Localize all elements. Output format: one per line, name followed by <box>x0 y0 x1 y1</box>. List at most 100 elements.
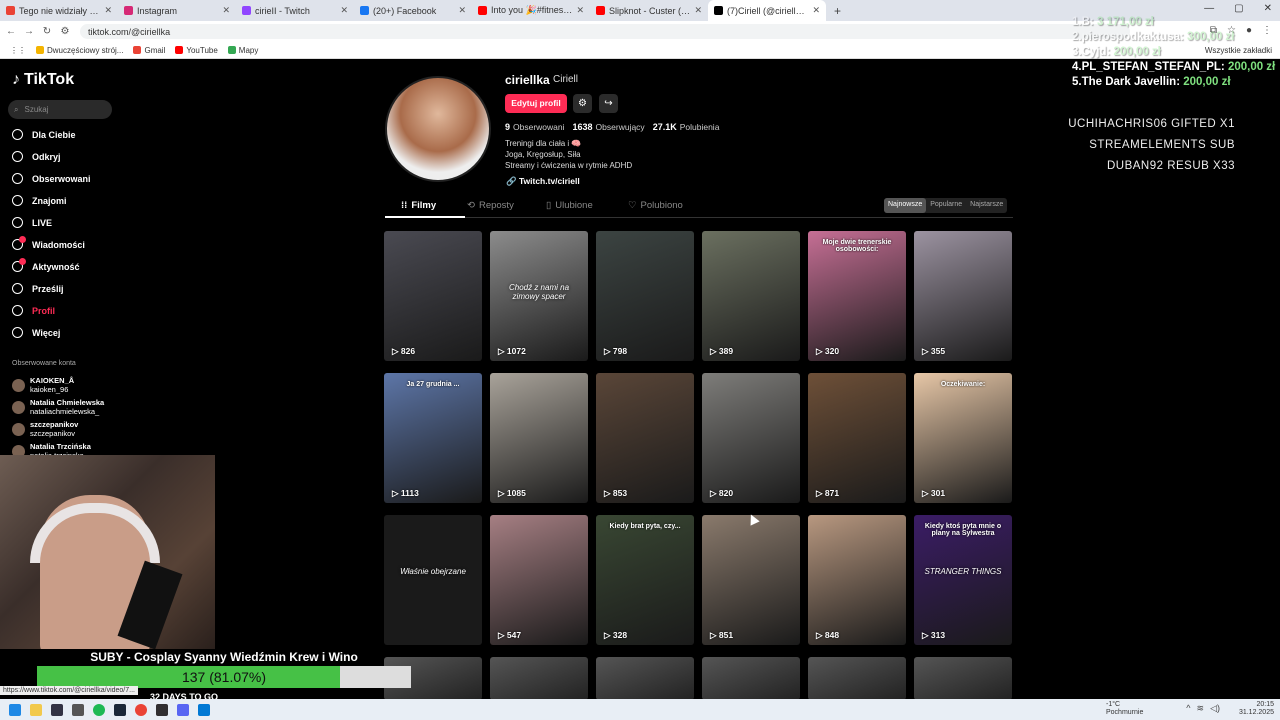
video-tile[interactable]: Właśnie obejrzane <box>384 515 482 645</box>
sidebar-item[interactable]: LIVE <box>12 217 52 228</box>
bookmark-item[interactable]: YouTube <box>175 46 218 55</box>
apps-icon[interactable]: ⋮⋮ <box>10 46 26 55</box>
bookmark-item[interactable]: Mapy <box>227 46 258 55</box>
browser-tab[interactable]: (20+) Facebook ✕ <box>354 0 472 21</box>
reload-icon[interactable]: ↻ <box>40 26 54 37</box>
site-settings-icon[interactable]: ⚙ <box>58 26 72 37</box>
close-window-icon[interactable]: ✕ <box>1264 3 1272 14</box>
browser-tab[interactable]: cirieII - Twitch ✕ <box>236 0 354 21</box>
app-icon[interactable] <box>72 703 84 716</box>
tab-liked[interactable]: ♡ Polubiono <box>628 200 683 211</box>
back-icon[interactable]: ← <box>4 26 18 37</box>
browser-tab[interactable]: Instagram ✕ <box>118 0 236 21</box>
video-tile[interactable]: Moje dwie trenerskie osobowości: ▷ 320 <box>808 231 906 361</box>
settings-gear-icon[interactable]: ⚙ <box>573 94 592 113</box>
video-tile[interactable] <box>914 657 1012 700</box>
windows-start-icon[interactable] <box>9 703 21 716</box>
video-tile[interactable]: Oczekiwanie: ▷ 301 <box>914 373 1012 503</box>
video-tile[interactable]: Kiedy ktoś pyta mnie o plany na Sylwestr… <box>914 515 1012 645</box>
video-tile[interactable] <box>702 657 800 700</box>
tab-reposts[interactable]: ⟲ Reposty <box>467 200 514 211</box>
edit-profile-button[interactable]: Edytuj profil <box>505 94 567 113</box>
sidebar-item[interactable]: Więcej <box>12 327 60 338</box>
video-tile[interactable] <box>596 657 694 700</box>
followed-account[interactable]: szczepanikov szczepanikov <box>12 420 78 438</box>
profile-link[interactable]: 🔗 Twitch.tv/ciriell <box>506 176 580 187</box>
discord-icon[interactable] <box>177 703 189 716</box>
url-input[interactable]: tiktok.com/@ciriellka <box>80 24 1130 39</box>
sort-newest[interactable]: Najnowsze <box>884 198 927 213</box>
sort-toggle: Najnowsze Popularne Najstarsze <box>884 198 1008 213</box>
close-icon[interactable]: ✕ <box>222 5 230 16</box>
browser-tab[interactable]: Into you 🎉#fitnessdance - YouT✕ <box>472 0 590 21</box>
play-icon: ▷ <box>710 346 719 356</box>
new-tab-button[interactable]: + <box>826 4 849 18</box>
close-icon[interactable]: ✕ <box>576 5 584 16</box>
weather-widget[interactable]: -1°C Pochmurnie <box>1106 701 1143 717</box>
sidebar-item[interactable]: Znajomi <box>12 195 67 206</box>
minimize-icon[interactable]: — <box>1204 3 1214 14</box>
sidebar-item[interactable]: Wiadomości <box>12 236 85 250</box>
wifi-icon[interactable]: ≋ <box>1197 703 1205 714</box>
video-tile[interactable]: Chodź z nami na zimowy spacer ▷ 1072 <box>490 231 588 361</box>
close-icon[interactable]: ✕ <box>340 5 348 16</box>
profile-avatar[interactable] <box>385 76 491 182</box>
view-count: ▷ 1072 <box>498 346 526 356</box>
forward-icon[interactable]: → <box>22 26 36 37</box>
stat-following[interactable]: 9 Obserwowani <box>505 122 565 132</box>
close-icon[interactable]: ✕ <box>694 5 702 16</box>
app-icon[interactable] <box>198 703 210 716</box>
close-icon[interactable]: ✕ <box>458 5 466 16</box>
video-tile[interactable]: ▷ 1085 <box>490 373 588 503</box>
followed-account[interactable]: KAIOKEN_Å kaioken_96 <box>12 376 74 394</box>
tab-favorites[interactable]: ▯ Ulubione <box>546 200 593 211</box>
sidebar-item[interactable]: Odkryj <box>12 151 61 162</box>
view-count: ▷ 826 <box>392 346 416 356</box>
sort-oldest[interactable]: Najstarsze <box>966 198 1007 213</box>
browser-tab[interactable]: (7)Ciriell (@ciriellka) | TikTok✕ <box>708 0 826 21</box>
spotify-icon[interactable] <box>93 703 105 716</box>
maximize-icon[interactable]: ▢ <box>1234 3 1243 14</box>
video-tile[interactable]: ▷ 851 <box>702 515 800 645</box>
video-tile[interactable] <box>808 657 906 700</box>
video-tile[interactable]: ▷ 848 <box>808 515 906 645</box>
tab-videos[interactable]: ⁞⁞ Filmy <box>401 200 436 211</box>
chevron-up-icon[interactable]: ^ <box>1186 703 1190 714</box>
bookmark-item[interactable]: Gmail <box>133 46 165 55</box>
file-explorer-icon[interactable] <box>30 703 42 716</box>
video-tile[interactable]: ▷ 389 <box>702 231 800 361</box>
followed-account[interactable]: Natalia Chmielewska nataliachmielewska_ <box>12 398 104 416</box>
close-icon[interactable]: ✕ <box>104 5 112 16</box>
video-tile[interactable]: Kiedy brat pyta, czy... ▷ 328 <box>596 515 694 645</box>
video-tile[interactable]: ▷ 820 <box>702 373 800 503</box>
search-input[interactable]: ⌕ Szukaj <box>8 100 112 119</box>
stat-followers[interactable]: 1638 Obserwujący <box>573 122 645 132</box>
steam-icon[interactable] <box>114 703 126 716</box>
browser-tab[interactable]: Tego nie widziały kamery. Prawd✕ <box>0 0 118 21</box>
video-tile[interactable]: ▷ 853 <box>596 373 694 503</box>
sidebar-item[interactable]: Dla Ciebie <box>12 129 76 140</box>
app-icon[interactable] <box>51 703 63 716</box>
video-tile[interactable]: ▷ 355 <box>914 231 1012 361</box>
sort-popular[interactable]: Popularne <box>926 198 966 213</box>
chrome-icon[interactable] <box>135 703 147 716</box>
video-tile[interactable]: ▷ 826 <box>384 231 482 361</box>
video-tile[interactable]: Ja 27 grudnia ... ▷ 1113 <box>384 373 482 503</box>
sidebar-item[interactable]: Prześlij <box>12 283 64 294</box>
tiktok-logo[interactable]: ♪ TikTok <box>12 71 74 89</box>
close-icon[interactable]: ✕ <box>812 5 820 16</box>
clock[interactable]: 20:15 31.12.2025 <box>1239 701 1274 717</box>
share-icon[interactable]: ↪ <box>599 94 618 113</box>
video-tile[interactable] <box>490 657 588 700</box>
volume-icon[interactable]: ◁) <box>1210 703 1220 714</box>
sidebar-item[interactable]: Obserwowani <box>12 173 91 184</box>
sidebar-item[interactable]: Aktywność <box>12 258 80 272</box>
sidebar-item[interactable]: Profil <box>12 305 55 316</box>
video-tile[interactable]: ▷ 871 <box>808 373 906 503</box>
video-tile[interactable]: ▷ 547 <box>490 515 588 645</box>
webcam-feed <box>0 455 215 649</box>
bookmark-item[interactable]: Dwuczęściowy strój... <box>36 46 123 55</box>
video-tile[interactable]: ▷ 798 <box>596 231 694 361</box>
obs-icon[interactable] <box>156 703 168 716</box>
browser-tab[interactable]: Slipknot - Custer (Audio)✕ <box>590 0 708 21</box>
